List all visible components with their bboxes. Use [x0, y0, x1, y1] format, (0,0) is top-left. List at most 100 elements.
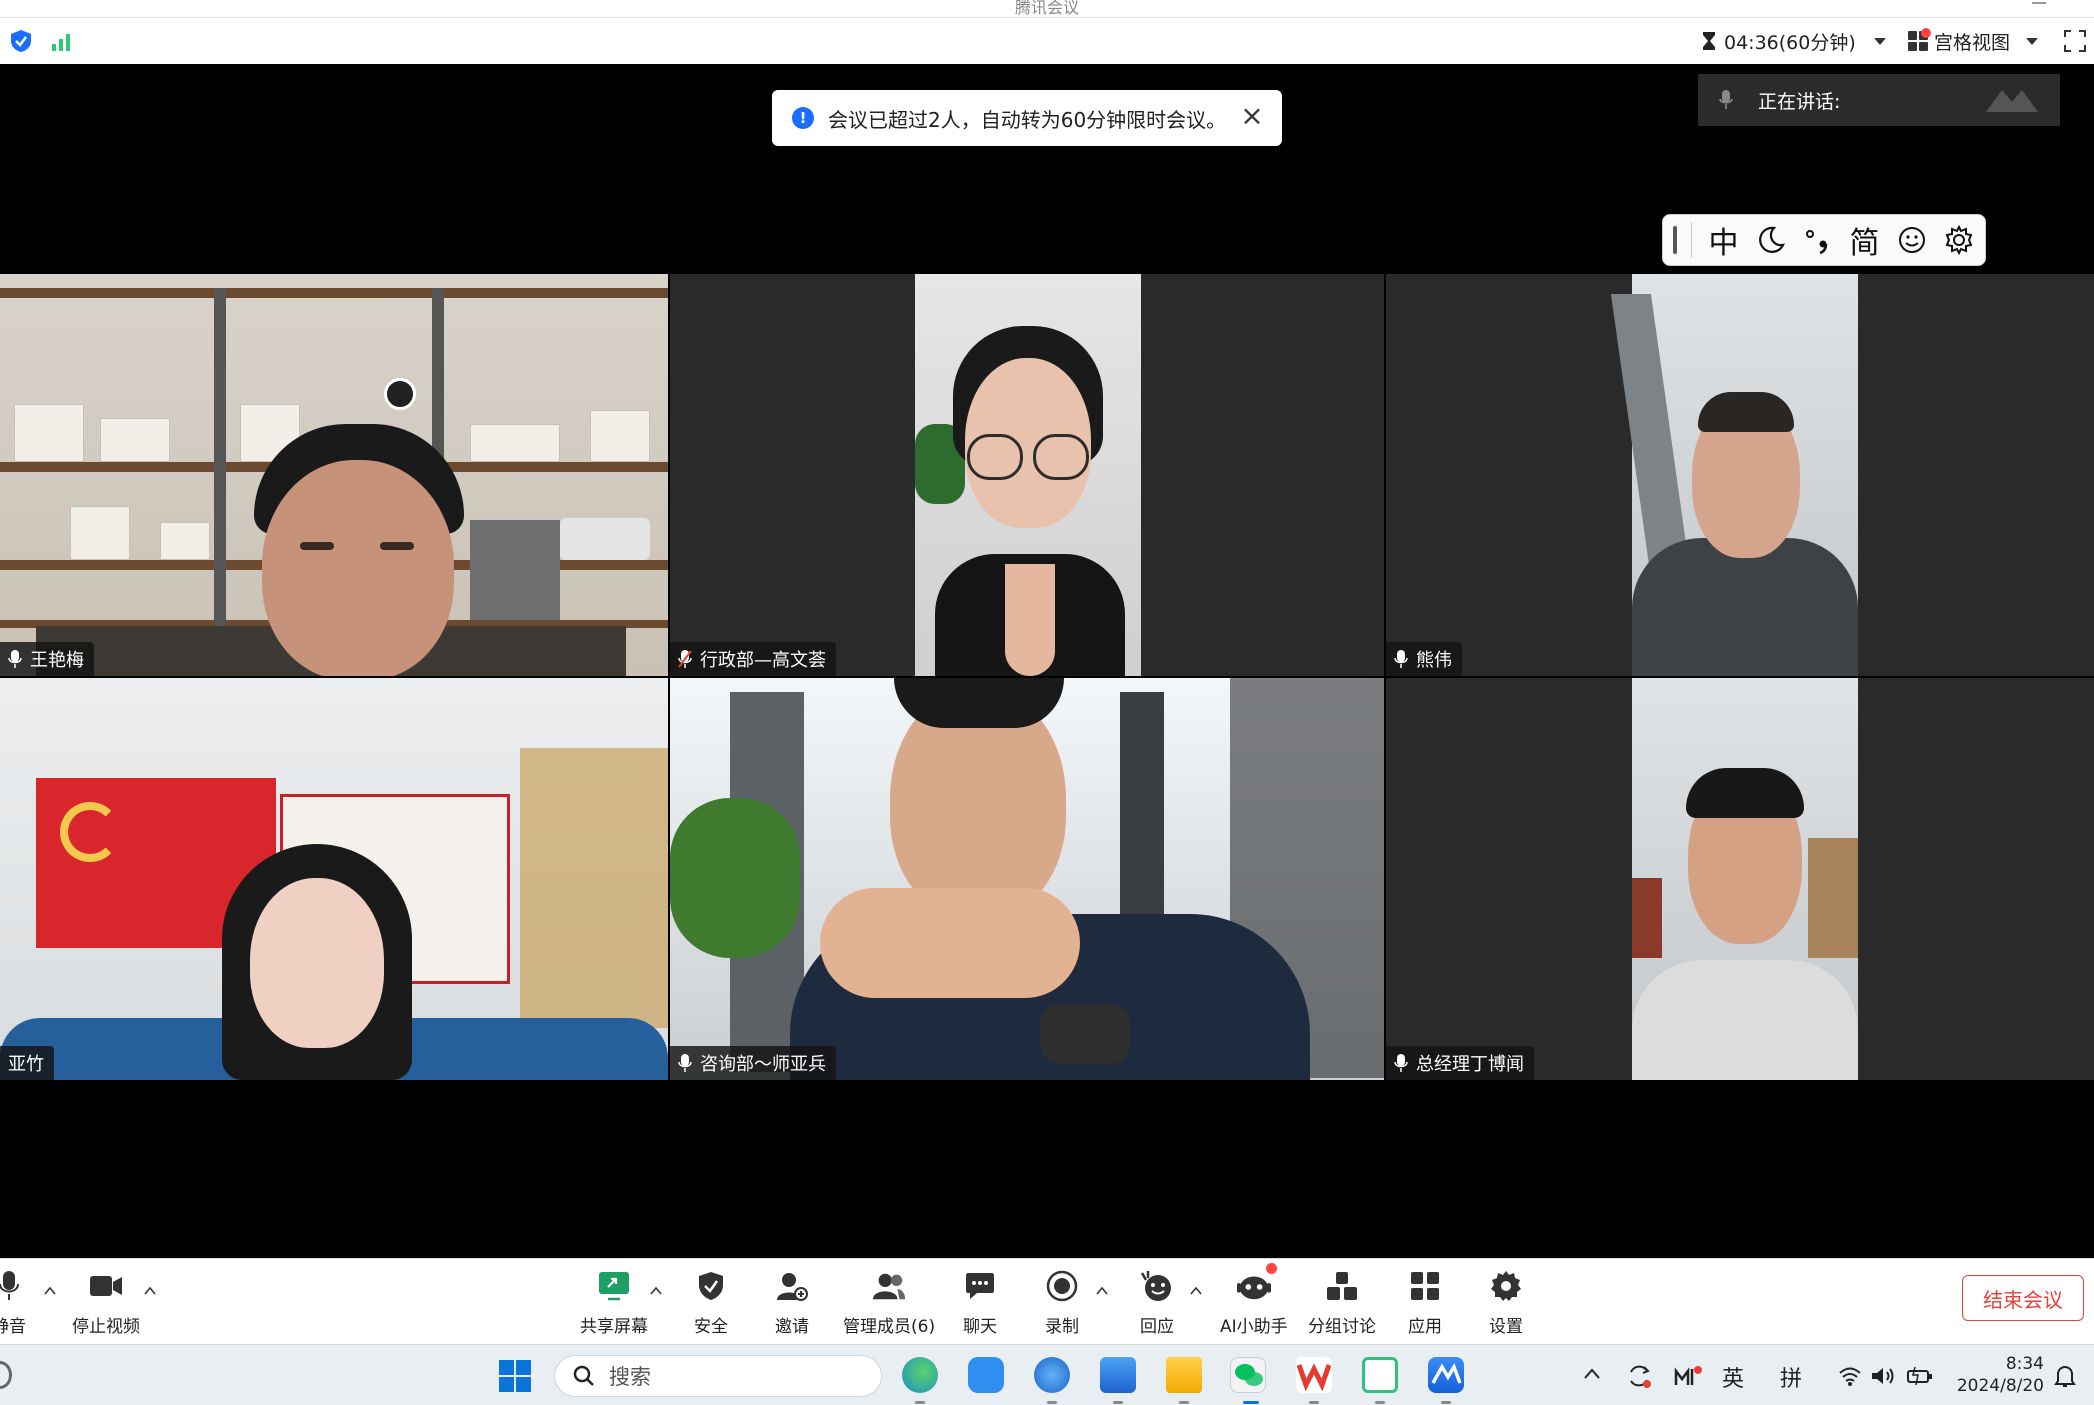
participant-name: 王艳梅	[30, 650, 84, 671]
file-explorer-icon[interactable]	[1166, 1357, 1202, 1393]
video-tile[interactable]: 咨询部～师亚兵	[670, 678, 1384, 1080]
apps-grid-icon	[1411, 1272, 1439, 1300]
chevron-up-icon[interactable]	[44, 1285, 56, 1297]
reaction-emoji-icon	[1140, 1271, 1171, 1301]
close-icon[interactable]: ×	[1240, 102, 1264, 130]
security-button[interactable]: 安全	[694, 1269, 728, 1337]
microphone-icon	[1394, 1054, 1408, 1072]
participant-name: 总经理丁博闻	[1416, 1054, 1524, 1075]
participant-nametag: 王艳梅	[0, 642, 94, 676]
ime-language-pinyin[interactable]: 拼	[1780, 1361, 1802, 1393]
edge-browser-icon[interactable]	[902, 1357, 938, 1393]
chevron-down-icon	[1873, 37, 1886, 45]
network-signal-icon[interactable]	[52, 31, 72, 51]
participant-name: 咨询部～师亚兵	[700, 1054, 826, 1075]
chat-button[interactable]: 聊天	[963, 1269, 997, 1337]
window-title: 腾讯会议	[1014, 0, 1080, 17]
ime-language-english[interactable]: 英	[1722, 1361, 1744, 1393]
participant-nametag: 亚竹	[0, 1046, 54, 1080]
video-tile[interactable]: 熊伟	[1386, 274, 2094, 676]
search-icon	[573, 1365, 594, 1386]
gear-icon	[1491, 1271, 1521, 1301]
window-titlebar: 腾讯会议	[0, 0, 2094, 18]
browser-icon[interactable]	[1034, 1357, 1070, 1393]
wifi-icon[interactable]	[1838, 1365, 1862, 1387]
share-screen-button[interactable]: 共享屏幕	[580, 1269, 648, 1337]
microphone-icon	[1719, 90, 1733, 109]
react-button[interactable]: 回应	[1140, 1269, 1174, 1337]
battery-icon[interactable]	[1906, 1365, 1934, 1387]
fullscreen-icon[interactable]	[2064, 30, 2086, 52]
windows-start-icon[interactable]	[498, 1359, 532, 1393]
breakout-rooms-button[interactable]: 分组讨论	[1308, 1269, 1376, 1337]
apps-button[interactable]: 应用	[1408, 1269, 1442, 1337]
widgets-icon[interactable]	[0, 1361, 12, 1389]
ime-moon-icon[interactable]	[1747, 225, 1794, 255]
notification-bell-icon[interactable]	[2054, 1363, 2076, 1389]
info-icon: !	[792, 107, 814, 129]
chevron-up-icon[interactable]	[1190, 1285, 1202, 1297]
participant-nametag: 总经理丁博闻	[1386, 1046, 1534, 1080]
search-placeholder: 搜索	[609, 1365, 651, 1389]
record-button[interactable]: 录制	[1045, 1269, 1079, 1337]
ime-mode-chinese[interactable]: 中	[1700, 218, 1747, 262]
view-selector[interactable]: 宫格视图	[1908, 27, 2039, 55]
wps-office-icon[interactable]	[1296, 1357, 1332, 1393]
stop-video-button[interactable]: 停止视频	[72, 1269, 140, 1337]
taskbar-clock[interactable]: 8:34 2024/8/20	[1948, 1353, 2044, 1397]
settings-button[interactable]: 设置	[1489, 1269, 1523, 1337]
sync-icon[interactable]	[1626, 1363, 1652, 1389]
ai-assistant-button[interactable]: AI小助手	[1220, 1263, 1288, 1337]
video-tile[interactable]: 亚竹	[0, 678, 668, 1080]
video-tile[interactable]: 王艳梅	[0, 274, 668, 676]
chevron-up-icon[interactable]	[1096, 1285, 1108, 1297]
view-label: 宫格视图	[1934, 31, 2011, 54]
invite-button[interactable]: 邀请	[775, 1269, 809, 1337]
microphone-icon	[0, 1271, 19, 1300]
clock-time: 8:34	[2005, 1354, 2044, 1374]
ai-robot-icon	[1236, 1276, 1271, 1300]
meeting-toolbar: 静音 停止视频 共享屏幕 安全 邀请 管理成员(6) 聊天 录制 回应 AI小助…	[0, 1258, 2094, 1344]
ime-emoji-icon[interactable]	[1888, 225, 1935, 255]
volume-icon[interactable]	[1870, 1365, 1896, 1387]
video-tile[interactable]: 总经理丁博闻	[1386, 678, 2094, 1080]
chevron-up-icon[interactable]	[1584, 1367, 1600, 1381]
drag-handle[interactable]	[1673, 226, 1677, 254]
chevron-up-icon[interactable]	[144, 1285, 156, 1297]
end-meeting-button[interactable]: 结束会议	[1962, 1275, 2084, 1321]
meeting-timer[interactable]: 04:36(60分钟)	[1702, 27, 1886, 55]
speaking-indicator: 正在讲话:	[1698, 74, 2060, 126]
tencent-meeting-app-icon[interactable]	[1100, 1357, 1136, 1393]
ime-simplified[interactable]: 简	[1841, 218, 1888, 262]
screen-share-app-icon[interactable]	[1362, 1357, 1398, 1393]
wall-clock-icon	[384, 378, 416, 410]
microphone-icon	[678, 1054, 692, 1072]
clock-date: 2024/8/20	[1956, 1376, 2044, 1396]
cloud-drive-icon[interactable]	[968, 1357, 1004, 1393]
ime-toolbar: 中 简	[1662, 214, 1986, 266]
security-shield-icon[interactable]	[10, 29, 32, 53]
chevron-up-icon[interactable]	[650, 1285, 662, 1297]
chat-icon	[966, 1273, 994, 1299]
meeting-limit-notification: ! 会议已超过2人，自动转为60分钟限时会议。 ×	[772, 90, 1282, 146]
mute-button[interactable]: 静音	[0, 1269, 26, 1337]
timer-text: 04:36(60分钟)	[1724, 31, 1856, 54]
ime-punctuation-icon[interactable]	[1794, 225, 1841, 255]
microphone-muted-icon	[678, 650, 692, 668]
participant-nametag: 熊伟	[1386, 642, 1462, 676]
video-tile[interactable]: 行政部—高文荟	[670, 274, 1384, 676]
wechat-icon[interactable]	[1230, 1357, 1266, 1393]
meeting-logo-app-icon[interactable]	[1428, 1357, 1464, 1393]
taskbar-search[interactable]: 搜索	[554, 1355, 882, 1397]
minimize-icon[interactable]	[2032, 2, 2046, 4]
manage-members-button[interactable]: 管理成员(6)	[843, 1269, 935, 1337]
ime-tray-icon[interactable]	[1674, 1365, 1702, 1389]
speaking-label: 正在讲话:	[1758, 90, 1841, 113]
shield-icon	[699, 1272, 723, 1300]
participant-name: 行政部—高文荟	[700, 650, 826, 671]
participant-name: 亚竹	[8, 1054, 44, 1075]
microphone-icon	[1394, 650, 1408, 668]
video-grid: 王艳梅 行政部—高文荟 熊伟 亚竹 咨询部～师亚兵 总经理丁博闻	[0, 272, 2094, 1080]
add-user-icon	[777, 1273, 808, 1301]
ime-settings-icon[interactable]	[1935, 225, 1982, 255]
